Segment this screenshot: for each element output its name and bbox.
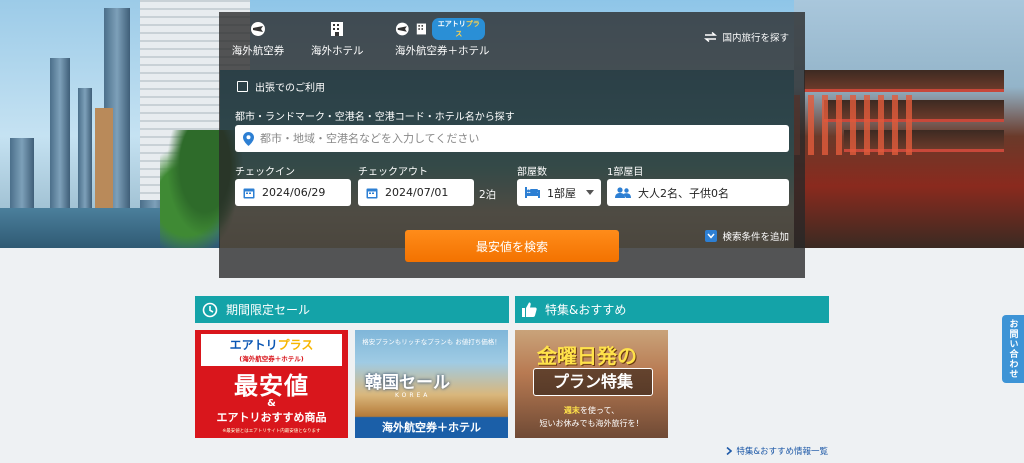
nights-count: 2泊 <box>479 189 497 201</box>
airtrip-plus-logo: エアトリプラス <box>229 338 314 352</box>
search-panel: 海外航空券 海外ホテル エアトリプラス 海外航空券＋ホテル 国内旅行を探す 出張… <box>219 12 805 278</box>
business-trip-label: 出張でのご利用 <box>255 83 325 94</box>
guests-field[interactable]: 大人2名、子供0名 <box>607 179 789 206</box>
banner-sub: 週末を使って、 <box>563 406 620 415</box>
tab-overseas-flights[interactable]: 海外航空券 <box>231 18 285 58</box>
banner-headline: 金曜日発の <box>537 344 637 368</box>
checkout-date-field[interactable]: 2024/07/01 <box>358 179 474 206</box>
thumbs-up-icon <box>522 302 537 317</box>
banner-top-box: エアトリプラス (海外航空券＋ホテル) <box>201 334 342 366</box>
limited-sale-header: 期間限定セール <box>195 296 509 323</box>
search-lowest-price-button[interactable]: 最安値を検索 <box>405 230 619 262</box>
tab-overseas-hotels[interactable]: 海外ホテル <box>311 18 364 58</box>
features-list-link-label: 特集&おすすめ情報一覧 <box>736 447 828 457</box>
banner-headline-2: プラン特集 <box>533 368 653 396</box>
features-header: 特集&おすすめ <box>515 296 829 323</box>
building-icon <box>331 22 343 36</box>
add-search-conditions[interactable]: 検索条件を追加 <box>705 229 789 243</box>
tab-label: 海外航空券 <box>231 45 285 57</box>
guests-label: 1部屋目 <box>607 167 644 178</box>
banner-note: ※最安値とはエアトリサイト内最安値となります <box>222 429 321 434</box>
business-trip-checkbox[interactable]: 出張でのご利用 <box>237 79 325 94</box>
search-tabs: 海外航空券 海外ホテル エアトリプラス 海外航空券＋ホテル 国内旅行を探す <box>219 12 805 70</box>
limited-sale-title: 期間限定セール <box>226 303 311 317</box>
globe-plane-icon <box>251 22 265 36</box>
tab-label: 海外ホテル <box>311 45 364 57</box>
taiwan-teahouse-image <box>794 0 1024 248</box>
banner-bottom-text: 海外航空券＋ホテル <box>382 421 481 434</box>
calendar-icon <box>243 188 255 198</box>
features-title: 特集&おすすめ <box>545 303 627 317</box>
guests-value: 大人2名、子供0名 <box>638 186 729 200</box>
checkin-date-value: 2024/06/29 <box>262 186 326 199</box>
banner-headline: 最安値 <box>234 372 309 400</box>
building-icon <box>416 23 426 35</box>
banner-airtrip-plus-lowest-price[interactable]: エアトリプラス (海外航空券＋ホテル) 最安値 & エアトリおすすめ商品 ※最安… <box>195 330 348 438</box>
domestic-travel-link[interactable]: 国内旅行を探す <box>704 30 789 44</box>
swap-arrows-icon <box>704 32 718 42</box>
tab-flight-plus-hotel[interactable]: エアトリプラス 海外航空券＋ホテル <box>395 18 490 58</box>
clock-icon <box>202 302 218 317</box>
destination-field[interactable] <box>235 125 789 152</box>
rooms-value: 1部屋 <box>547 186 576 200</box>
checkout-date-value: 2024/07/01 <box>385 186 449 199</box>
destination-input[interactable] <box>260 132 760 145</box>
checkout-label: チェックアウト <box>358 167 428 178</box>
add-conditions-label: 検索条件を追加 <box>722 232 789 243</box>
checkin-date-field[interactable]: 2024/06/29 <box>235 179 351 206</box>
chevron-down-icon <box>586 190 594 195</box>
globe-plane-icon <box>395 22 409 36</box>
chevron-right-icon <box>726 447 733 455</box>
rooms-select[interactable]: 1部屋 <box>517 179 601 206</box>
banner-sub: エアトリおすすめ商品 <box>216 411 327 424</box>
people-icon <box>615 187 631 198</box>
calendar-icon <box>366 188 378 198</box>
contact-us-tab[interactable]: お問い合わせ <box>1002 315 1024 383</box>
domestic-travel-label: 国内旅行を探す <box>722 33 789 44</box>
bed-icon <box>525 187 540 198</box>
banner-tagline: 格安プランもリッチなプランも お値打ち価格！ <box>362 338 501 346</box>
banner-headline: 韓国セール <box>365 373 450 393</box>
banner-subtitle: (海外航空券＋ホテル) <box>239 355 304 363</box>
chevron-down-icon <box>705 230 718 242</box>
location-pin-icon <box>243 131 254 146</box>
features-list-link[interactable]: 特集&おすすめ情報一覧 <box>726 445 828 457</box>
checkin-label: チェックイン <box>235 167 295 178</box>
checkbox-icon <box>237 81 248 92</box>
banner-korea-sale[interactable]: 格安プランもリッチなプランも お値打ち価格！ 韓国セール KOREA 海外航空券… <box>355 330 508 438</box>
banner-sub-2: 短いお休みでも海外旅行を！ <box>539 419 644 428</box>
banner-friday-departure[interactable]: 金曜日発の プラン特集 週末を使って、 短いお休みでも海外旅行を！ <box>515 330 668 438</box>
tab-label: 海外航空券＋ホテル <box>395 45 490 57</box>
destination-label: 都市・ランドマーク・空港名・空港コード・ホテル名から探す <box>235 112 515 123</box>
rooms-label: 部屋数 <box>517 167 547 178</box>
banner-korea-text: KOREA <box>395 392 431 399</box>
airtrip-plus-badge: エアトリプラス <box>432 18 485 40</box>
banner-ampersand: & <box>267 398 276 409</box>
